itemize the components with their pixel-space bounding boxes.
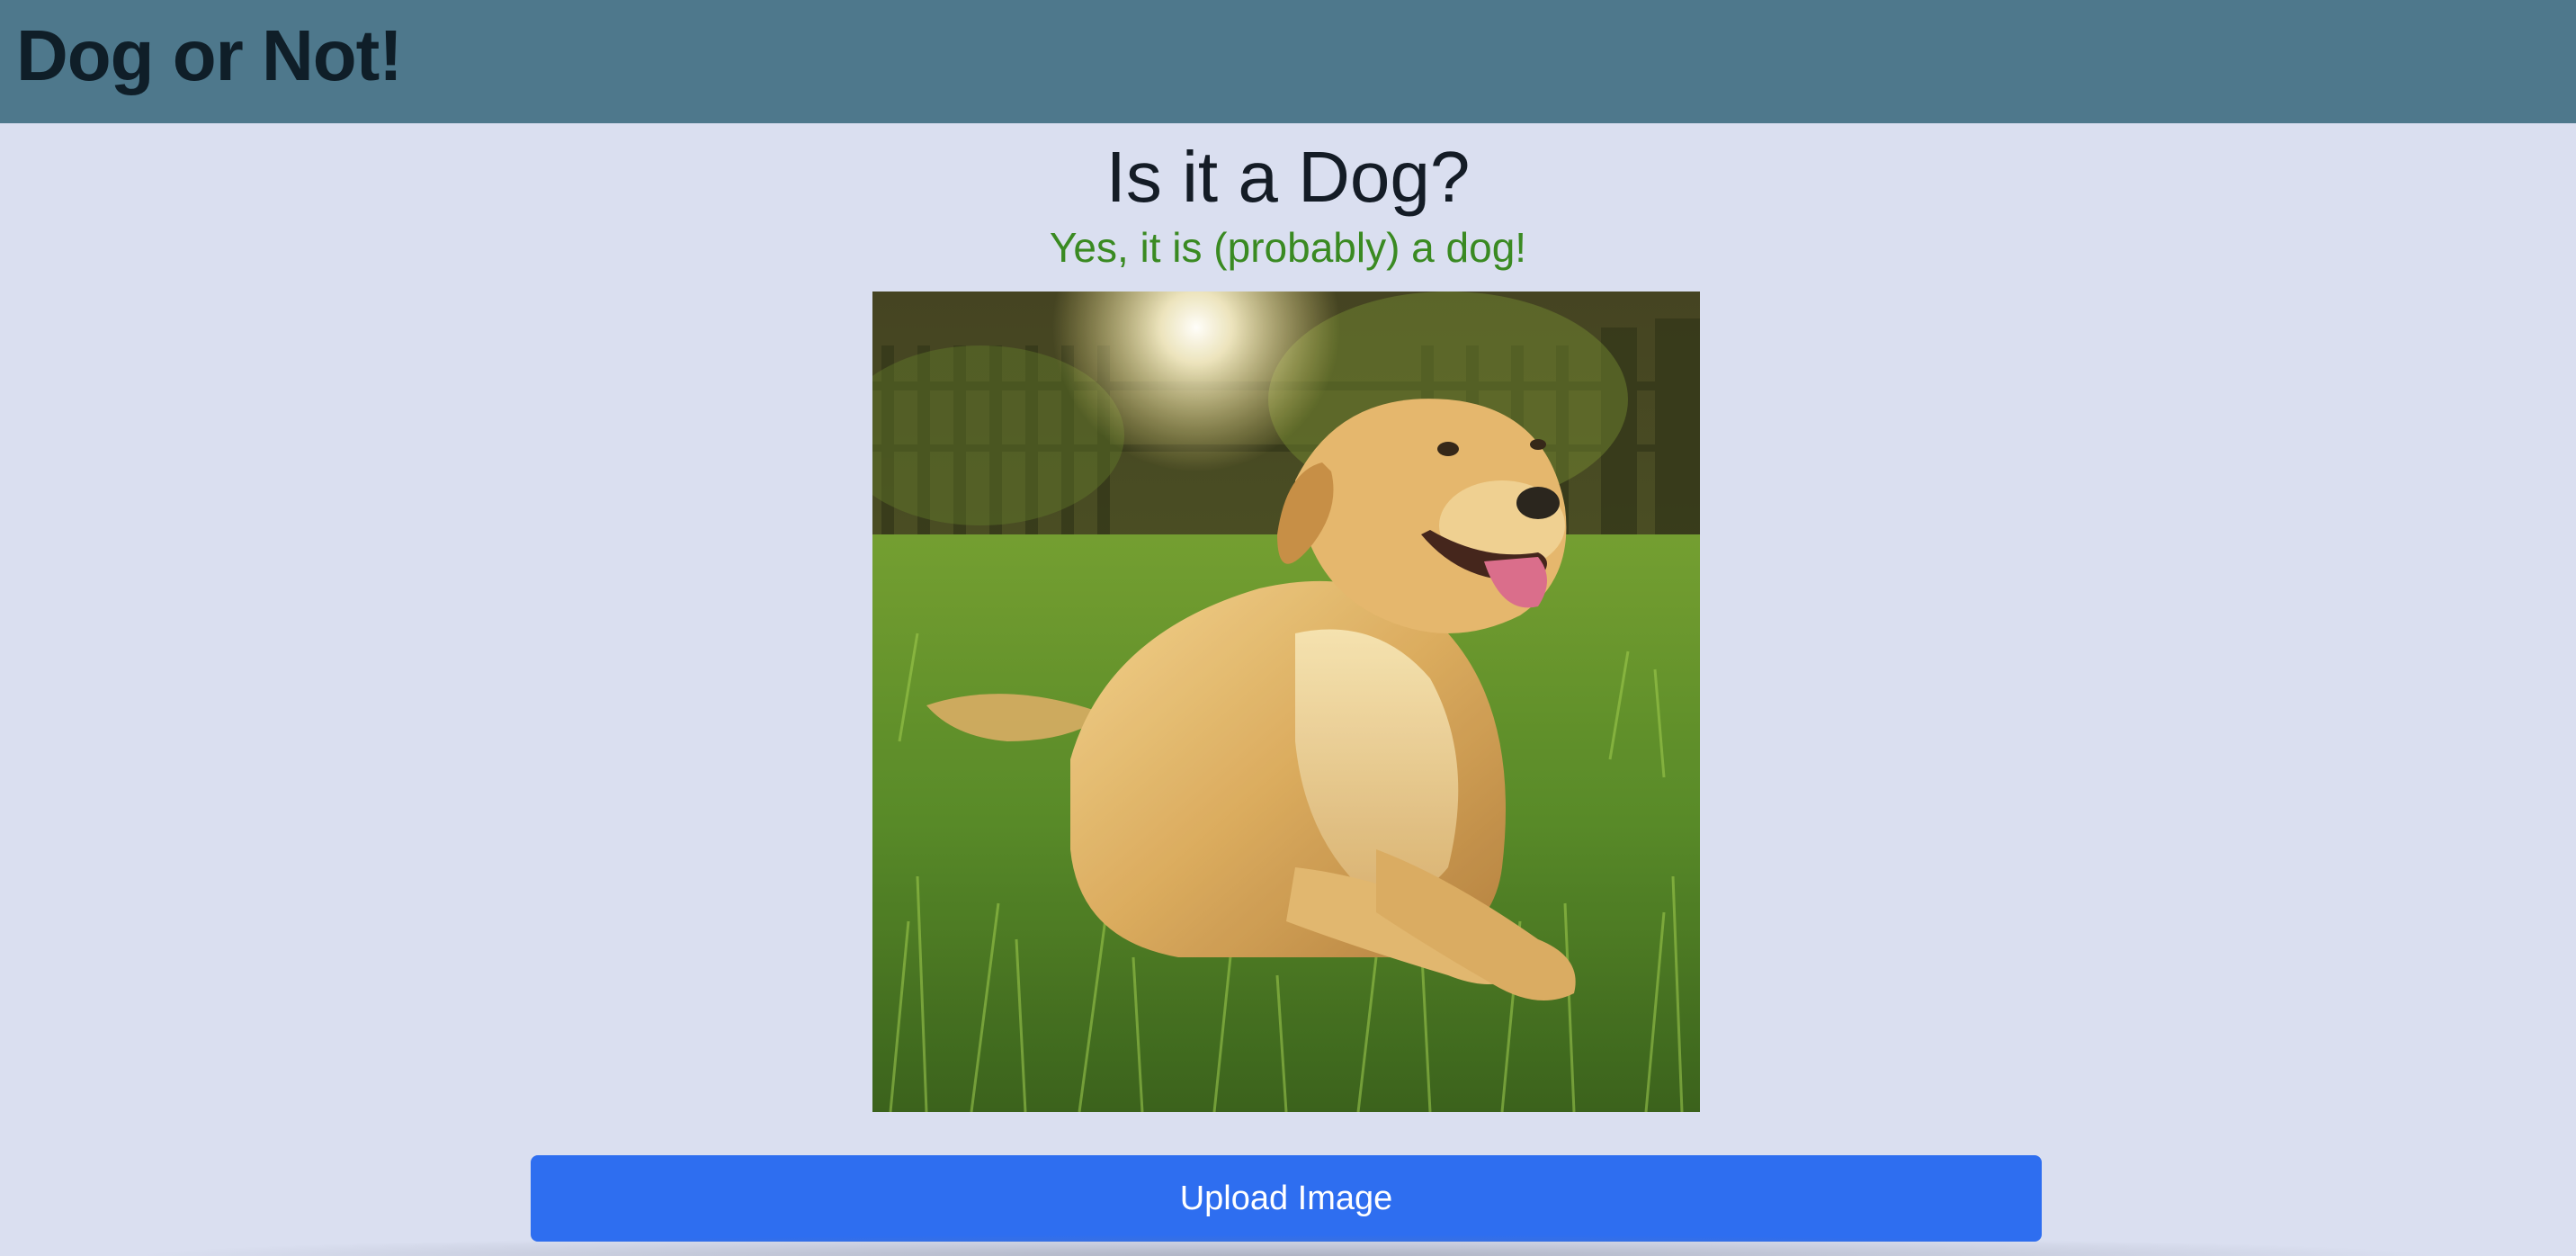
app-header: Dog or Not! xyxy=(0,0,2576,123)
main-content: Is it a Dog? Yes, it is (probably) a dog… xyxy=(0,123,2576,1256)
uploaded-photo xyxy=(872,292,1700,1112)
prediction-result: Yes, it is (probably) a dog! xyxy=(1049,224,1527,271)
app-title: Dog or Not! xyxy=(16,15,403,95)
page-title: Is it a Dog? xyxy=(1105,137,1471,217)
dog-photo-image xyxy=(872,292,1700,1112)
bottom-shadow xyxy=(126,1234,2446,1256)
upload-image-button[interactable]: Upload Image xyxy=(531,1155,2042,1242)
